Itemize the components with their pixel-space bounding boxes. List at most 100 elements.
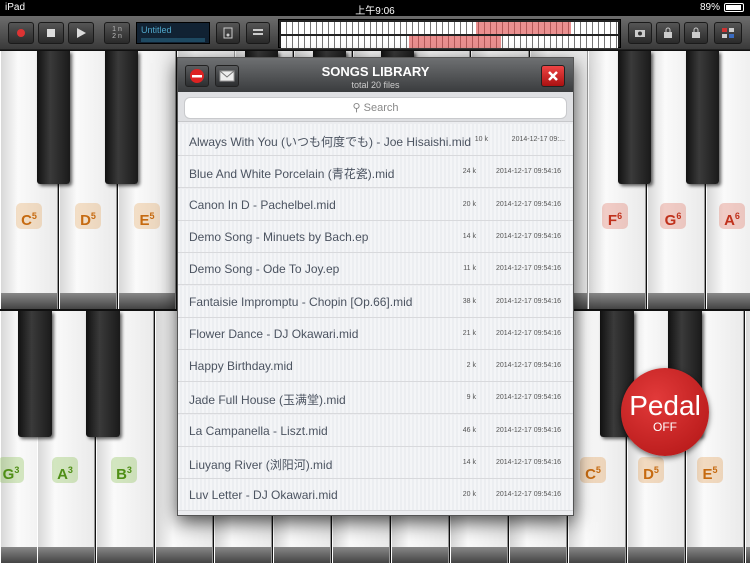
- camera-button[interactable]: [628, 22, 652, 44]
- song-size: 20 k: [462, 491, 476, 499]
- song-name: La Campanella - Liszt.mid: [189, 423, 328, 438]
- white-key[interactable]: [745, 311, 750, 563]
- black-key[interactable]: [18, 311, 52, 437]
- note-label: C5: [16, 203, 42, 229]
- note-label: G6: [660, 203, 686, 229]
- song-size: 10 k: [474, 136, 488, 143]
- song-row[interactable]: Blue And White Porcelain (青花瓷).mid 24 k 20…: [178, 156, 573, 189]
- dialog-subtitle: total 20 files: [351, 80, 400, 90]
- song-size: 9 k: [466, 394, 476, 402]
- song-name: Luv Letter - DJ Okawari.mid: [189, 488, 338, 503]
- track-display: Untitled: [136, 22, 210, 44]
- song-date: 2014-12-17 09:54:16: [496, 394, 561, 402]
- song-size: 14 k: [462, 232, 476, 240]
- black-key[interactable]: [86, 311, 120, 437]
- note-label: B3: [111, 457, 137, 483]
- settings-button[interactable]: [714, 22, 742, 44]
- track-progress: [141, 38, 205, 42]
- track-name: Untitled: [141, 25, 172, 35]
- clock: 上午9:06: [355, 6, 395, 17]
- grid-icon: [722, 28, 734, 38]
- note-label: E5: [697, 457, 723, 483]
- song-row[interactable]: Fantaisie Impromptu - Chopin [Op.66].mid…: [178, 285, 573, 318]
- stop-icon: [47, 29, 55, 37]
- song-date: 2014-12-17 09:54:16: [496, 426, 561, 434]
- pedal-label: Pedal: [629, 390, 701, 421]
- status-bar: iPad 上午9:06 89%: [0, 0, 750, 17]
- song-row[interactable]: Demo Song - Minuets by Bach.ep 14 k 2014-1…: [178, 220, 573, 253]
- song-date: 2014-12-17 09:54:16: [496, 232, 561, 240]
- note-label: D5: [638, 457, 664, 483]
- song-size: 14 k: [462, 459, 476, 466]
- dialog-header: SONGS LIBRARY total 20 files: [178, 58, 573, 92]
- list-icon: [253, 29, 263, 35]
- song-name: Happy Birthday.mid: [189, 359, 293, 374]
- song-size: 21 k: [462, 329, 476, 337]
- stop-button[interactable]: [38, 22, 64, 44]
- song-name: Demo Song - Minuets by Bach.ep: [189, 229, 369, 244]
- song-row[interactable]: Always With You (いつも何度でも) - Joe Hisaishi…: [178, 124, 573, 156]
- song-row[interactable]: Demo Song - Ode To Joy.ep 11 k 2014-12-17 …: [178, 253, 573, 286]
- song-name: Liuyang River (浏阳河).mid: [189, 458, 333, 472]
- song-size: 24 k: [462, 168, 476, 176]
- search-icon: ⚲: [352, 102, 361, 114]
- lock-icon: [664, 27, 672, 38]
- black-key[interactable]: [105, 51, 138, 184]
- song-size: 46 k: [462, 426, 476, 434]
- play-icon: [77, 28, 86, 38]
- keyboard-overview[interactable]: [278, 19, 621, 48]
- channel-selector[interactable]: 1 n 2 n: [104, 22, 130, 44]
- song-name: Jade Full House (玉满堂).mid: [189, 393, 346, 408]
- song-date: 2014-12-17 09:...: [511, 136, 565, 143]
- record-icon: [17, 29, 25, 37]
- pedal-button[interactable]: Pedal OFF: [621, 368, 709, 456]
- song-date: 2014-12-17 09:54:16: [496, 265, 561, 273]
- piano-app: iPad 上午9:06 89% 1 n 2 n Untitled C5 D5 E…: [0, 0, 750, 563]
- lock-button[interactable]: [656, 22, 680, 44]
- song-row[interactable]: Jade Full House (玉满堂).mid 9 k 2014-12-17 0…: [178, 382, 573, 415]
- play-button[interactable]: [68, 22, 94, 44]
- black-key[interactable]: [37, 51, 70, 184]
- songs-button[interactable]: [216, 22, 240, 44]
- song-date: 2014-12-17 09:54:16: [496, 200, 561, 208]
- song-size: 20 k: [462, 200, 476, 208]
- search-field[interactable]: ⚲ Search: [184, 97, 567, 119]
- lock-icon: [692, 27, 700, 38]
- song-name: Blue And White Porcelain (青花瓷).mid: [189, 167, 395, 182]
- close-icon: [548, 71, 558, 81]
- music-file-icon: [223, 27, 233, 39]
- song-row[interactable]: Luv Letter - DJ Okawari.mid 20 k 2014-12-1…: [178, 479, 573, 512]
- song-name: Demo Song - Ode To Joy.ep: [189, 262, 340, 277]
- song-date: 2014-12-17 09:54:16: [496, 362, 561, 370]
- lock-split-button[interactable]: [684, 22, 708, 44]
- menu-button[interactable]: [246, 22, 270, 44]
- song-size: 38 k: [462, 297, 476, 305]
- black-key[interactable]: [618, 51, 651, 184]
- song-row[interactable]: Canon In D - Pachelbel.mid 20 k 2014-12-17…: [178, 188, 573, 221]
- note-label: F6: [602, 203, 628, 229]
- song-name: Flower Dance - DJ Okawari.mid: [189, 326, 359, 341]
- pedal-state: OFF: [653, 420, 677, 434]
- song-date: 2014-12-17 09:54:16: [496, 491, 561, 499]
- note-label: C5: [580, 457, 606, 483]
- song-name: Always With You (いつも何度でも) - Joe Hisaishi…: [189, 135, 472, 149]
- toolbar: 1 n 2 n Untitled: [0, 16, 750, 50]
- close-button[interactable]: [541, 65, 565, 87]
- songs-library-dialog: SONGS LIBRARY total 20 files ⚲ Search Al…: [177, 57, 574, 516]
- battery-percent: 89%: [699, 2, 720, 13]
- song-row[interactable]: Liuyang River (浏阳河).mid 14 k 2014-12-17 09…: [178, 447, 573, 479]
- note-label: A3: [52, 457, 78, 483]
- record-button[interactable]: [8, 22, 34, 44]
- battery-icon: [724, 3, 744, 12]
- channel-top: 1 n: [112, 26, 122, 33]
- song-size: 2 k: [466, 362, 476, 370]
- song-row[interactable]: Flower Dance - DJ Okawari.mid 21 k 2014-12…: [178, 317, 573, 350]
- black-key[interactable]: [686, 51, 719, 184]
- song-row[interactable]: La Campanella - Liszt.mid 46 k 2014-12-17 …: [178, 414, 573, 447]
- song-row[interactable]: Happy Birthday.mid 2 k 2014-12-17 09:54:16: [178, 350, 573, 383]
- dialog-title: SONGS LIBRARY: [321, 64, 430, 79]
- song-date: 2014-12-17 09:54:16: [496, 168, 561, 176]
- search-placeholder: Search: [363, 102, 399, 114]
- song-date: 2014-12-17 09:54:16: [496, 459, 561, 466]
- channel-bottom: 2 n: [112, 33, 122, 40]
